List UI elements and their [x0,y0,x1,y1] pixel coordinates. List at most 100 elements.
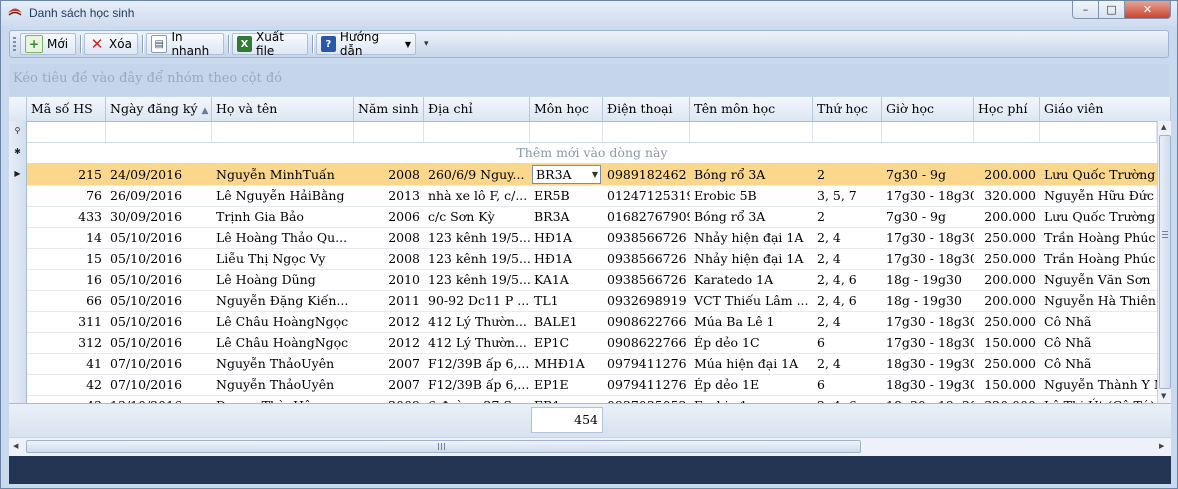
cell-subject[interactable]: HĐ1A [530,248,603,269]
cell-address[interactable]: c/c Sơn Kỳ [424,206,530,227]
cell-student-id[interactable]: 76 [27,185,106,206]
cell-register-date[interactable]: 07/10/2016 [106,353,212,374]
filter-cell[interactable] [690,122,813,142]
auto-filter-row[interactable] [27,122,1157,143]
cell-address[interactable]: 260/6/9 Nguy... [424,164,530,185]
cell-teacher[interactable]: Lưu Quốc Trường [1040,164,1157,185]
export-file-button[interactable]: X Xuất file [232,30,308,58]
cell-fee[interactable]: 200.000 [974,164,1040,185]
scroll-down-icon[interactable]: ▼ [1161,392,1166,400]
cell-full-name[interactable]: Lê Hoàng Dũng [212,269,354,290]
cell-subject[interactable]: BR3A ▼ [530,164,603,185]
cell-subject-name[interactable]: Karatedo 1A [690,269,813,290]
cell-phone[interactable]: 0937035052 [603,395,690,403]
scroll-up-icon[interactable]: ▲ [1161,123,1166,131]
cell-register-date[interactable]: 05/10/2016 [106,227,212,248]
cell-fee[interactable]: 250.000 [974,353,1040,374]
column-header-subject-name[interactable]: Tên môn học [690,97,813,121]
cell-teacher[interactable]: Lê Thị Út (Cô Tú) [1040,395,1157,403]
cell-weekdays[interactable]: 2, 4, 6 [813,269,882,290]
table-row[interactable]: 76 26/09/2016 Lê Nguyễn HảiBằng 2013 nhà xe … [27,185,1157,207]
cell-teacher[interactable]: Lưu Quốc Trường [1040,206,1157,227]
filter-cell[interactable] [27,122,106,142]
cell-register-date[interactable]: 24/09/2016 [106,164,212,185]
column-header-register-date[interactable]: Ngày đăng ký ▲ [106,97,212,121]
cell-weekdays[interactable]: 2, 4 [813,248,882,269]
cell-weekdays[interactable]: 2 [813,206,882,227]
cell-birth-year[interactable]: 2010 [354,269,424,290]
column-header-student-id[interactable]: Mã số HS [27,97,106,121]
cell-time[interactable]: 17g30 - 18g30 [882,311,974,332]
table-row[interactable]: 42 07/10/2016 Nguyễn ThảoUyên 2007 F12/39B ấ… [27,374,1157,396]
cell-student-id[interactable]: 15 [27,248,106,269]
cell-address[interactable]: nhà xe lô F, c/... [424,185,530,206]
cell-register-date[interactable]: 05/10/2016 [106,311,212,332]
cell-fee[interactable]: 250.000 [974,311,1040,332]
column-header-birth-year[interactable]: Năm sinh [354,97,424,121]
cell-teacher[interactable]: Cô Nhã [1040,332,1157,353]
cell-time[interactable]: 17g30 - 18g30 [882,227,974,248]
cell-birth-year[interactable]: 2006 [354,206,424,227]
cell-subject[interactable]: KA1A [530,269,603,290]
cell-subject-name[interactable]: Nhảy hiện đại 1A [690,227,813,248]
help-dropdown-button[interactable]: ? Hướng dẫn ▼ [316,30,416,58]
cell-full-name[interactable]: Nguyễn MinhTuấn [212,164,354,185]
cell-register-date[interactable]: 26/09/2016 [106,185,212,206]
cell-student-id[interactable]: 14 [27,227,106,248]
column-header-subject[interactable]: Môn học [530,97,603,121]
new-row[interactable]: Thêm mới vào dòng này [27,143,1157,164]
filter-cell[interactable] [212,122,354,142]
cell-address[interactable]: F12/39B ấp 6,... [424,374,530,395]
cell-phone[interactable]: 0938566726 [603,227,690,248]
cell-teacher[interactable]: Trần Hoàng Phúc [1040,248,1157,269]
cell-full-name[interactable]: Lê Nguyễn HảiBằng [212,185,354,206]
cell-teacher[interactable]: Nguyễn Thành Y N [1040,374,1157,395]
cell-time[interactable]: 7g30 - 9g [882,206,974,227]
scroll-left-icon[interactable]: ◀ [13,442,18,450]
cell-phone[interactable]: 0938566726 [603,269,690,290]
cell-weekdays[interactable]: 2, 4, 6 [813,395,882,403]
cell-subject-name[interactable]: Bóng rổ 3A [690,164,813,185]
toolbar-overflow-icon[interactable]: ▾ [424,39,432,51]
cell-time[interactable]: 7g30 - 9g [882,164,974,185]
cell-time[interactable]: 17g30 - 18g30 [882,185,974,206]
cell-student-id[interactable]: 215 [27,164,106,185]
cell-weekdays[interactable]: 2, 4 [813,227,882,248]
cell-subject-name[interactable]: Múa hiện đại 1A [690,353,813,374]
table-row[interactable]: 66 05/10/2016 Nguyễn Đặng Kiến... 2011 90-92… [27,290,1157,312]
cell-teacher[interactable]: Nguyễn Hữu Đức [1040,185,1157,206]
chevron-down-icon[interactable]: ▼ [592,166,598,183]
scroll-right-icon[interactable]: ▶ [1159,442,1164,450]
cell-phone[interactable]: 01682767909 [603,206,690,227]
close-button[interactable]: ✕ [1124,1,1171,19]
cell-weekdays[interactable]: 2, 4 [813,353,882,374]
cell-fee[interactable]: 320.000 [974,185,1040,206]
cell-weekdays[interactable]: 6 [813,374,882,395]
student-grid[interactable]: Mã số HS Ngày đăng ký ▲ Họ và tên Năm sin… [9,97,1171,403]
group-by-panel[interactable]: Kéo tiêu đề vào đây để nhóm theo cột đó [9,64,1169,96]
cell-full-name[interactable]: Lê Châu HoàngNgọc [212,332,354,353]
cell-weekdays[interactable]: 3, 5, 7 [813,185,882,206]
table-row[interactable]: 14 05/10/2016 Lê Hoàng Thảo Qu... 2008 123 k… [27,227,1157,249]
cell-student-id[interactable]: 16 [27,269,106,290]
cell-phone[interactable]: 0938566726 [603,248,690,269]
cell-student-id[interactable]: 41 [27,353,106,374]
cell-student-id[interactable]: 433 [27,206,106,227]
column-header-full-name[interactable]: Họ và tên [212,97,354,121]
cell-phone[interactable]: 0908622766 [603,332,690,353]
cell-subject[interactable]: BALE1 [530,311,603,332]
cell-weekdays[interactable]: 6 [813,332,882,353]
cell-fee[interactable]: 320.000 [974,395,1040,403]
cell-register-date[interactable]: 13/10/2016 [106,395,212,403]
cell-subject-name[interactable]: Nhảy hiện đại 1A [690,248,813,269]
table-row[interactable]: 433 30/09/2016 Trịnh Gia Bảo 2006 c/c Sơn Kỳ… [27,206,1157,228]
cell-address[interactable]: 412 Lý Thườn... [424,332,530,353]
cell-teacher[interactable]: Nguyễn Hà Thiên P [1040,290,1157,311]
filter-cell[interactable] [106,122,212,142]
cell-subject-name[interactable]: Erobic 1 [690,395,813,403]
cell-student-id[interactable]: 42 [27,374,106,395]
cell-full-name[interactable]: Trịnh Gia Bảo [212,206,354,227]
filter-cell[interactable] [813,122,882,142]
subject-dropdown-editor[interactable]: BR3A ▼ [532,165,601,184]
column-header-time[interactable]: Giờ học [882,97,974,121]
